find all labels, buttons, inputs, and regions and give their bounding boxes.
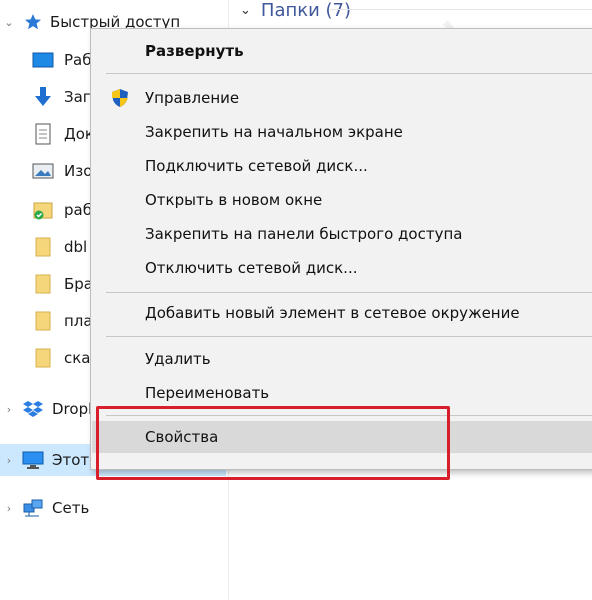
chevron-down-icon[interactable]: ⌄	[240, 3, 251, 18]
menu-item-open-new-window[interactable]: Открыть в новом окне	[92, 184, 592, 216]
menu-item-label: Переименовать	[145, 384, 270, 402]
folders-section-header[interactable]: ⌄ Папки (7)	[240, 0, 351, 24]
computer-icon	[22, 449, 44, 471]
menu-item-disconnect-network-drive[interactable]: Отключить сетевой диск...	[92, 252, 592, 284]
folder-icon	[32, 310, 54, 332]
section-header-label: Папки (7)	[260, 0, 352, 21]
nav-item-label: Изо	[64, 162, 93, 180]
folder-icon	[32, 236, 54, 258]
dropbox-icon	[22, 398, 44, 420]
menu-item-label: Удалить	[145, 350, 211, 368]
menu-item-label: Добавить новый элемент в сетевое окружен…	[145, 304, 520, 322]
nav-item-label: раб	[64, 201, 92, 219]
menu-item-delete[interactable]: Удалить	[92, 343, 592, 375]
menu-item-label: Закрепить на панели быстрого доступа	[145, 225, 463, 243]
chevron-right-icon[interactable]: ›	[3, 502, 15, 515]
synced-folder-icon	[32, 199, 54, 221]
menu-item-label: Закрепить на начальном экране	[145, 123, 403, 141]
menu-item-pin-quick-access[interactable]: Закрепить на панели быстрого доступа	[92, 218, 592, 250]
nav-item-label: Бра	[64, 275, 94, 293]
network-icon	[22, 497, 44, 519]
uac-shield-icon	[110, 88, 130, 108]
star-icon	[22, 11, 44, 33]
menu-separator	[106, 73, 592, 74]
menu-item-add-network-location[interactable]: Добавить новый элемент в сетевое окружен…	[92, 297, 592, 329]
menu-item-rename[interactable]: Переименовать	[92, 377, 592, 409]
chevron-right-icon[interactable]: ›	[3, 454, 15, 467]
document-icon	[32, 123, 54, 145]
menu-separator	[106, 292, 592, 293]
menu-item-label: Открыть в новом окне	[145, 191, 323, 209]
nav-item-network[interactable]: › Сеть	[0, 492, 226, 524]
nav-item-label: ска	[64, 349, 91, 367]
menu-item-label: Отключить сетевой диск...	[145, 259, 358, 277]
folder-icon	[32, 347, 54, 369]
menu-item-manage[interactable]: Управление	[92, 82, 592, 114]
chevron-down-icon[interactable]: ⌄	[3, 16, 15, 29]
nav-item-label: Сеть	[52, 499, 90, 517]
menu-item-label: Управление	[145, 89, 240, 107]
menu-item-label: Развернуть	[145, 42, 244, 60]
image-icon	[32, 160, 54, 182]
menu-item-expand[interactable]: Развернуть	[92, 35, 592, 67]
desktop-icon	[32, 49, 54, 71]
nav-item-label: Раб	[64, 51, 92, 69]
folder-icon	[32, 273, 54, 295]
nav-item-label: пла	[64, 312, 93, 330]
context-menu: Развернуть Управление Закрепить на начал…	[90, 28, 592, 470]
download-arrow-icon	[32, 86, 54, 108]
section-divider	[330, 9, 592, 10]
menu-item-pin-start[interactable]: Закрепить на начальном экране	[92, 116, 592, 148]
highlight-annotation-box	[96, 406, 450, 480]
menu-separator	[106, 336, 592, 337]
menu-item-map-network-drive[interactable]: Подключить сетевой диск...	[92, 150, 592, 182]
nav-item-label: Заг	[64, 88, 91, 106]
menu-item-label: Подключить сетевой диск...	[145, 157, 368, 175]
chevron-right-icon[interactable]: ›	[3, 403, 15, 416]
nav-item-label: dbl	[64, 238, 88, 256]
